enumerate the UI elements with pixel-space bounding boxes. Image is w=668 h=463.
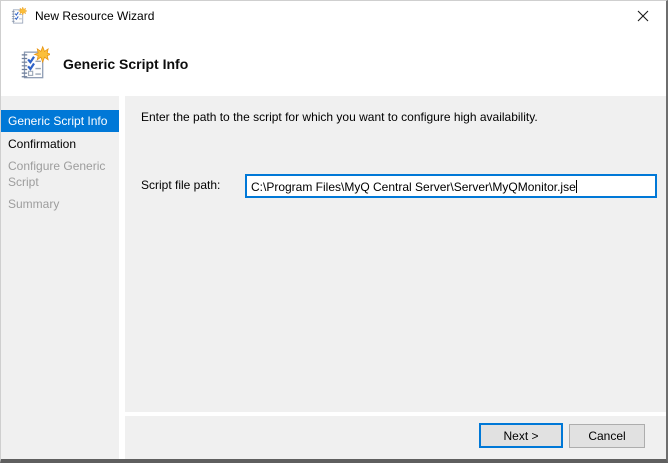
close-button[interactable] bbox=[620, 1, 666, 31]
page-content: Enter the path to the script for which y… bbox=[125, 96, 666, 412]
window-title: New Resource Wizard bbox=[35, 9, 154, 23]
script-path-field-row: Script file path: C:\Program Files\MyQ C… bbox=[141, 174, 666, 198]
step-configure-generic-script: Configure Generic Script bbox=[1, 158, 119, 190]
step-summary: Summary bbox=[1, 196, 119, 212]
new-resource-wizard-window: New Resource Wizard Generic Script Info … bbox=[0, 0, 668, 463]
wizard-body: Generic Script Info Confirmation Configu… bbox=[1, 96, 666, 459]
wizard-page-header: Generic Script Info bbox=[1, 31, 666, 96]
wizard-main-pane: Enter the path to the script for which y… bbox=[125, 96, 666, 459]
step-generic-script-info[interactable]: Generic Script Info bbox=[1, 110, 119, 132]
close-icon bbox=[637, 10, 649, 22]
page-title: Generic Script Info bbox=[63, 56, 188, 72]
script-path-label: Script file path: bbox=[141, 174, 245, 192]
wizard-app-icon bbox=[10, 7, 27, 25]
script-path-input[interactable]: C:\Program Files\MyQ Central Server\Serv… bbox=[245, 174, 657, 198]
button-bar: Next > Cancel bbox=[125, 416, 666, 459]
next-button[interactable]: Next > bbox=[479, 423, 563, 448]
generic-script-icon bbox=[19, 45, 50, 83]
step-confirmation[interactable]: Confirmation bbox=[1, 136, 119, 152]
instruction-text: Enter the path to the script for which y… bbox=[141, 110, 666, 125]
cancel-button[interactable]: Cancel bbox=[569, 424, 645, 448]
wizard-step-list: Generic Script Info Confirmation Configu… bbox=[1, 96, 119, 459]
script-path-value: C:\Program Files\MyQ Central Server\Serv… bbox=[251, 180, 576, 194]
title-bar: New Resource Wizard bbox=[1, 1, 666, 31]
text-caret bbox=[576, 180, 577, 193]
